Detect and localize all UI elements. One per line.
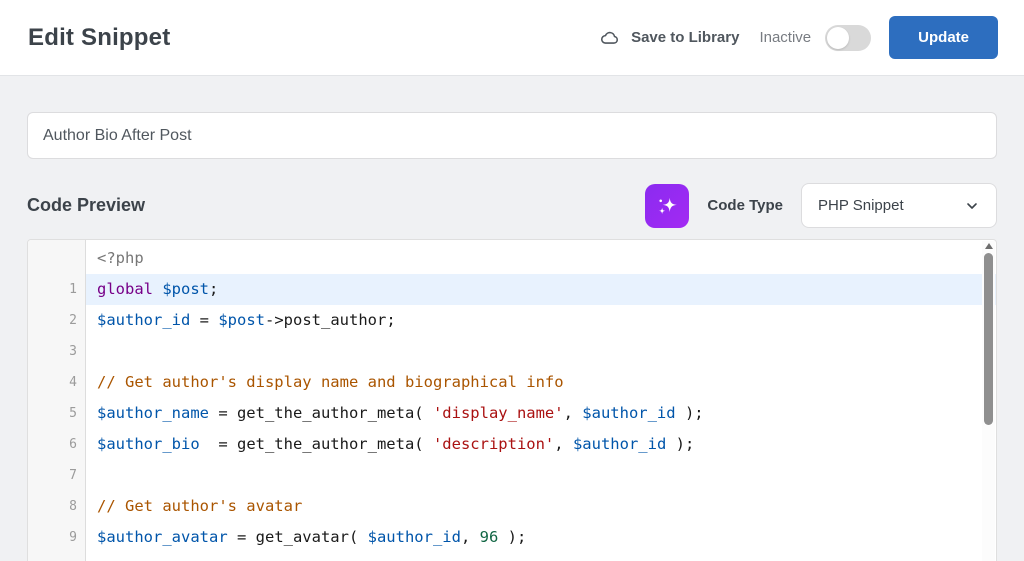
code-line[interactable]: 10: [28, 553, 996, 561]
code-line[interactable]: <?php: [28, 243, 996, 274]
code-line-text[interactable]: // Get author's display name and biograp…: [86, 367, 996, 398]
code-line[interactable]: 2 $author_id = $post->post_author;: [28, 305, 996, 336]
line-number: 5: [69, 406, 77, 421]
code-line-text[interactable]: [86, 460, 996, 491]
line-number: 2: [69, 313, 77, 328]
code-line-text[interactable]: [86, 553, 996, 561]
code-line-text[interactable]: // Get author's avatar: [86, 491, 996, 522]
line-number: 8: [69, 499, 77, 514]
code-line-text[interactable]: $author_id = $post->post_author;: [86, 305, 996, 336]
main-content: Code Preview Code Type PHP Snippet <?php…: [0, 76, 1024, 561]
line-number: 7: [69, 468, 77, 483]
cloud-icon: [599, 27, 621, 49]
code-preview-header: Code Preview Code Type PHP Snippet: [27, 183, 997, 228]
update-button[interactable]: Update: [889, 16, 998, 59]
code-line[interactable]: 3: [28, 336, 996, 367]
sparkles-icon: [654, 193, 680, 219]
line-number: 9: [69, 530, 77, 545]
status-label: Inactive: [759, 29, 812, 46]
toggle-knob: [827, 26, 850, 49]
scrollbar-thumb[interactable]: [984, 253, 993, 425]
code-line[interactable]: 6 $author_bio = get_the_author_meta( 'des…: [28, 429, 996, 460]
ai-generate-button[interactable]: [645, 183, 690, 228]
code-line[interactable]: 7: [28, 460, 996, 491]
code-type-label: Code Type: [707, 197, 783, 214]
page-title: Edit Snippet: [28, 23, 171, 51]
snippet-title-input[interactable]: [27, 112, 997, 159]
scroll-up-arrow-icon[interactable]: [985, 243, 993, 249]
active-toggle[interactable]: [825, 24, 872, 51]
code-line[interactable]: 9 $author_avatar = get_avatar( $author_id…: [28, 522, 996, 553]
code-line[interactable]: 5 $author_name = get_the_author_meta( 'di…: [28, 398, 996, 429]
top-bar: Edit Snippet Save to Library Inactive Up…: [0, 0, 1024, 76]
code-type-value: PHP Snippet: [818, 197, 904, 214]
chevron-down-icon: [964, 198, 980, 214]
line-number: 1: [69, 282, 77, 297]
code-line-text[interactable]: $author_avatar = get_avatar( $author_id,…: [86, 522, 996, 553]
line-number: 3: [69, 344, 77, 359]
line-number: 4: [69, 375, 77, 390]
code-type-select[interactable]: PHP Snippet: [801, 183, 997, 228]
code-line-text[interactable]: $author_bio = get_the_author_meta( 'desc…: [86, 429, 996, 460]
code-line[interactable]: 4 // Get author's display name and biogra…: [28, 367, 996, 398]
code-editor[interactable]: <?php 1 global $post; 2 $author_id = $post->…: [27, 239, 997, 561]
code-line-text[interactable]: <?php: [86, 243, 996, 274]
save-to-library-button[interactable]: Save to Library: [599, 27, 739, 49]
line-number: 6: [69, 437, 77, 452]
code-line-text[interactable]: $author_name = get_the_author_meta( 'dis…: [86, 398, 996, 429]
code-line[interactable]: 8 // Get author's avatar: [28, 491, 996, 522]
code-line-text[interactable]: global $post;: [86, 274, 996, 305]
editor-scrollbar[interactable]: [982, 241, 995, 561]
top-bar-actions: Save to Library Inactive Update: [599, 16, 998, 59]
save-to-library-label: Save to Library: [631, 29, 740, 46]
code-editor-rows: <?php 1 global $post; 2 $author_id = $post->…: [28, 240, 996, 561]
code-line[interactable]: 1 global $post;: [28, 274, 996, 305]
code-line-text[interactable]: [86, 336, 996, 367]
code-preview-heading: Code Preview: [27, 195, 146, 215]
